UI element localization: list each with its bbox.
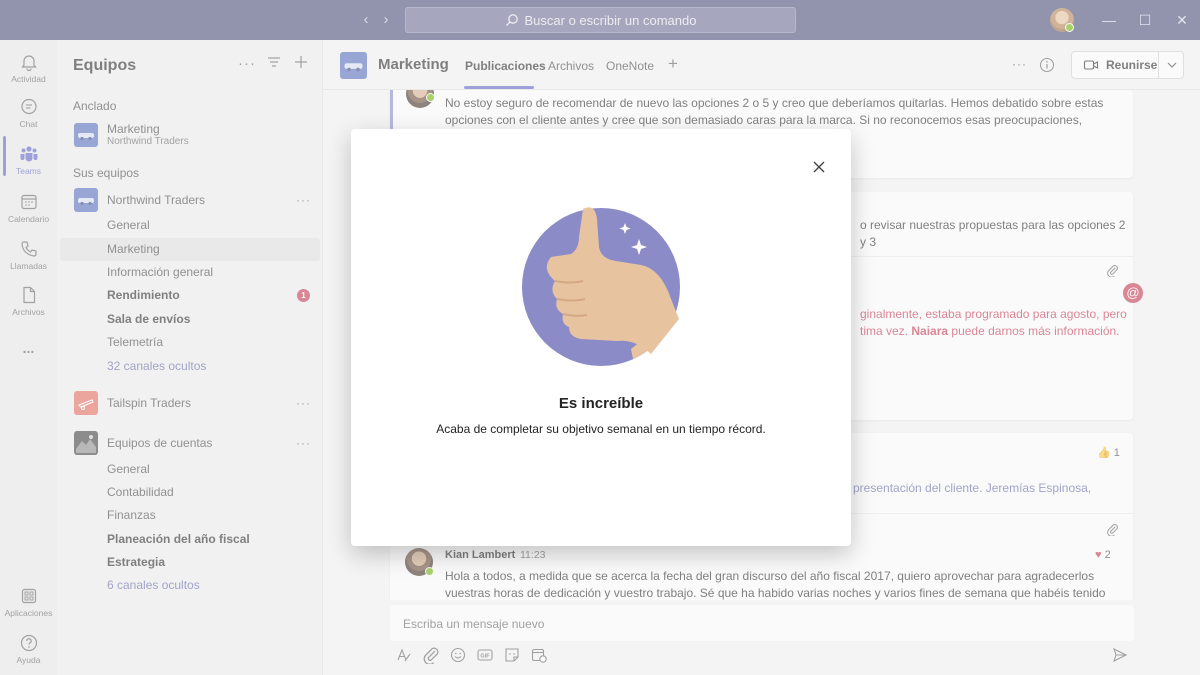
thumbs-up-illustration	[522, 207, 680, 366]
achievement-dialog: Es increíble Acaba de completar su objet…	[351, 129, 851, 546]
dialog-title: Es increíble	[558, 395, 644, 412]
close-icon	[813, 161, 825, 173]
dialog-message: Acaba de completar su objetivo semanal e…	[436, 422, 766, 436]
close-dialog-button[interactable]	[809, 157, 829, 177]
